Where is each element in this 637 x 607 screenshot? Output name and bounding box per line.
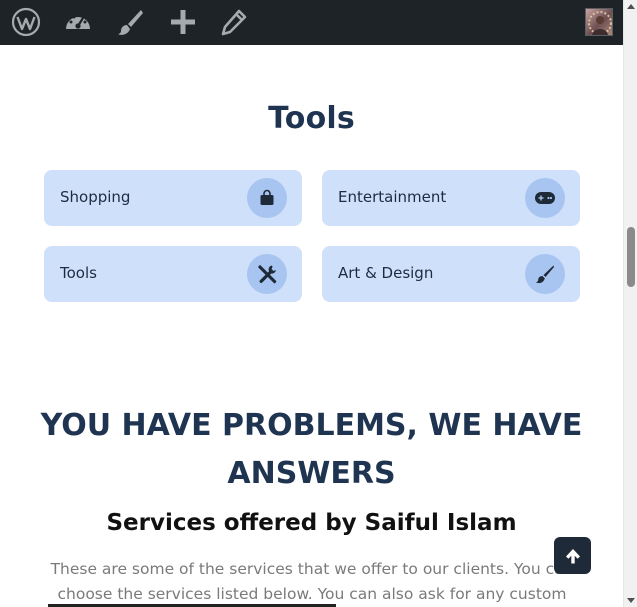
- arrow-up-icon: [565, 548, 580, 563]
- brush-icon[interactable]: [113, 5, 147, 39]
- scroll-down-icon[interactable]: [627, 598, 635, 603]
- shopping-bag-icon: [247, 178, 287, 218]
- tools-section-title: Tools: [268, 101, 355, 136]
- category-card-shopping[interactable]: Shopping: [44, 170, 302, 226]
- category-card-label: Shopping: [60, 188, 131, 206]
- admin-bar: [0, 0, 623, 45]
- pencil-icon[interactable]: [217, 5, 251, 39]
- category-card-entertainment[interactable]: Entertainment: [322, 170, 580, 226]
- plus-icon[interactable]: [166, 5, 200, 39]
- paint-brush-icon: [525, 254, 565, 294]
- category-card-label: Tools: [60, 264, 97, 282]
- scroll-up-icon[interactable]: [627, 4, 635, 9]
- page-scrollbar[interactable]: [623, 0, 637, 607]
- services-headline: YOU HAVE PROBLEMS, WE HAVE ANSWERS: [40, 408, 583, 491]
- scrollbar-thumb[interactable]: [627, 227, 635, 287]
- back-to-top-button[interactable]: [554, 537, 591, 574]
- services-description: These are some of the services that we o…: [50, 560, 574, 603]
- category-card-tools[interactable]: Tools: [44, 246, 302, 302]
- category-card-art-design[interactable]: Art & Design: [322, 246, 580, 302]
- services-subheading: Services offered by Saiful Islam: [106, 510, 517, 536]
- category-card-label: Entertainment: [338, 188, 447, 206]
- tools-icon: [247, 254, 287, 294]
- user-avatar[interactable]: [585, 8, 613, 36]
- wordpress-icon[interactable]: [9, 5, 43, 39]
- dashboard-icon[interactable]: [61, 5, 95, 39]
- gamepad-icon: [525, 178, 565, 218]
- category-card-label: Art & Design: [338, 264, 434, 282]
